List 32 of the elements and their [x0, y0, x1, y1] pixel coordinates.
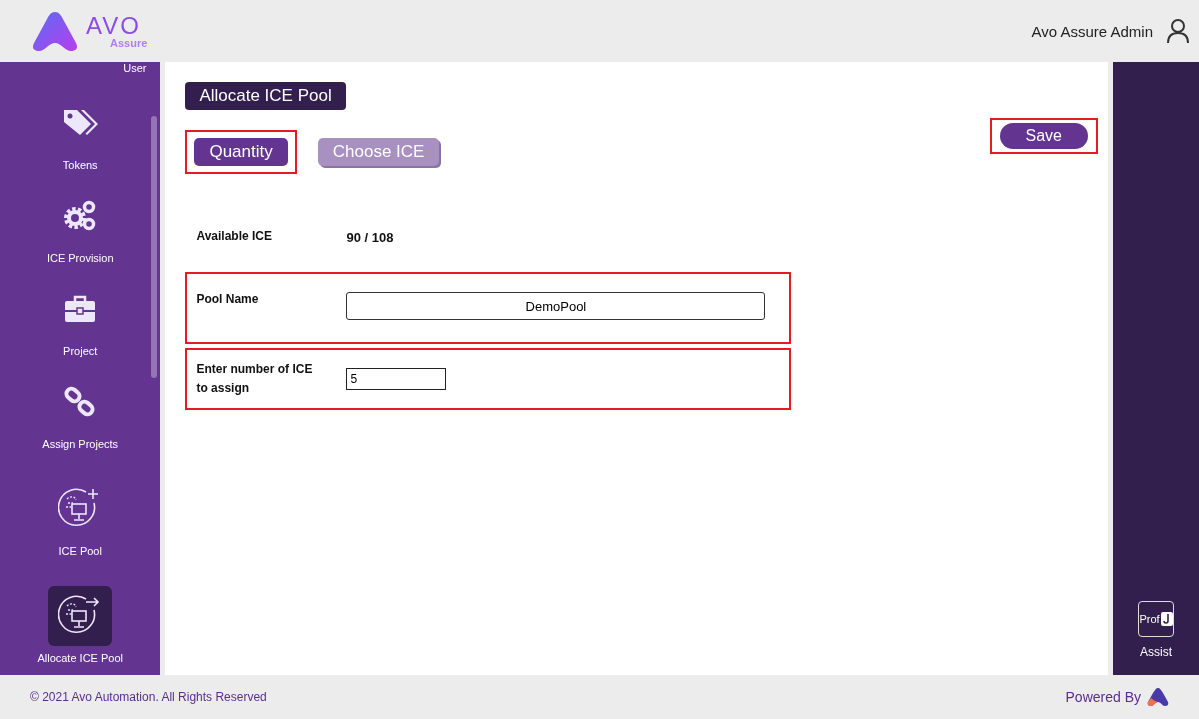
sidebar-item[interactable]: Assign Projects	[42, 357, 119, 450]
tag-icon	[62, 108, 99, 138]
page-title: Allocate ICE Pool	[185, 82, 346, 110]
field-label: Pool Name	[196, 291, 260, 308]
sidebar-item[interactable]: Allocate ICE Pool	[37, 557, 123, 664]
logo-icon	[1147, 687, 1169, 707]
copyright-text: © 2021 Avo Automation. All Rights Reserved	[30, 690, 267, 704]
field-label: Enter number of ICE to assign	[196, 361, 314, 398]
powered-by-text: Powered By	[1065, 689, 1141, 705]
gears-icon	[63, 200, 98, 232]
assist-label: Assist	[1140, 645, 1172, 659]
chat-icon	[1160, 612, 1173, 626]
sidebar-item[interactable]: User	[123, 62, 147, 78]
input-field[interactable]: DemoPool	[346, 292, 766, 320]
chain-link-icon	[64, 386, 97, 418]
sidebar-item[interactable]: Tokens	[48, 78, 113, 171]
field-label: Available ICE	[196, 228, 273, 246]
logo-icon	[30, 10, 80, 52]
field-value: 90 / 108	[346, 229, 394, 245]
assistant-button[interactable]: Prof	[1138, 601, 1174, 637]
input-field[interactable]: 5	[346, 368, 447, 391]
user-name: Avo Assure Admin	[1031, 22, 1153, 40]
user-icon[interactable]	[1167, 19, 1189, 43]
briefcase-icon	[64, 295, 97, 323]
logo-subtitle: Assure	[110, 37, 148, 49]
tab[interactable]: Quantity	[194, 138, 288, 166]
sidebar-item[interactable]: Project	[48, 264, 113, 357]
logo-wordmark: AVO	[86, 13, 142, 38]
scrollbar-thumb[interactable]	[151, 116, 158, 378]
sidebar-item[interactable]: ICE Provision	[46, 171, 114, 264]
sidebar-item[interactable]: ICE Pool	[48, 450, 113, 557]
save-button[interactable]: Save	[999, 123, 1088, 149]
